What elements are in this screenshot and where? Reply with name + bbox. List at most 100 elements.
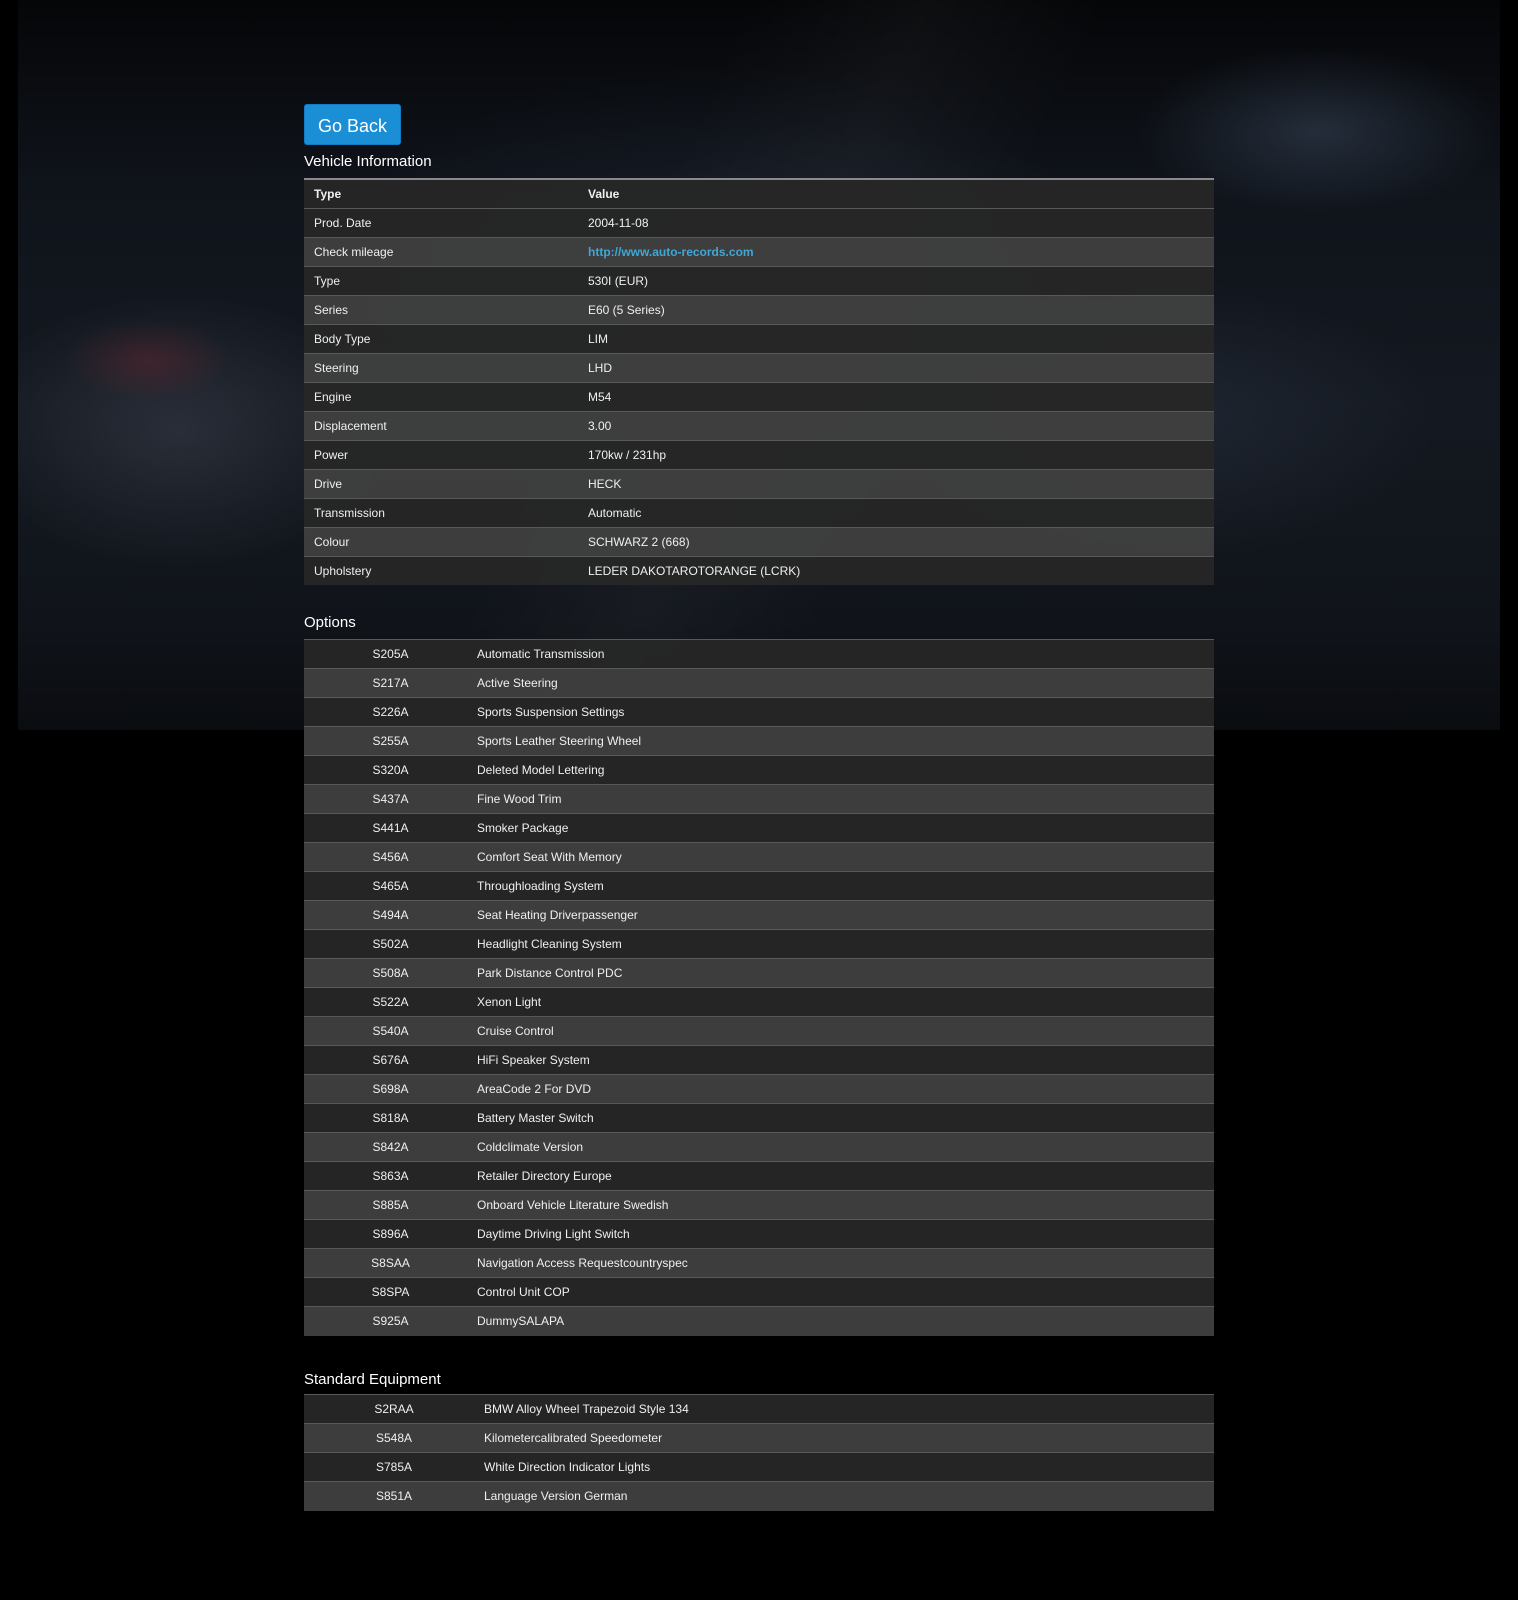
option-code: S851A: [304, 1481, 484, 1511]
table-row: S676A HiFi Speaker System: [304, 1045, 1214, 1075]
option-code: S8SAA: [304, 1248, 477, 1278]
row-value: LHD: [588, 352, 1214, 382]
table-row: S465A Throughloading System: [304, 871, 1214, 901]
column-header-value: Value: [588, 178, 1214, 208]
option-code: S456A: [304, 842, 477, 872]
table-row: S540A Cruise Control: [304, 1016, 1214, 1046]
options-title: Options: [304, 614, 356, 631]
row-value: 530I (EUR): [588, 265, 1214, 295]
option-code: S441A: [304, 813, 477, 843]
table-row: S818A Battery Master Switch: [304, 1103, 1214, 1133]
option-code: S863A: [304, 1161, 477, 1191]
table-row: S255A Sports Leather Steering Wheel: [304, 726, 1214, 756]
option-description: Control Unit COP: [477, 1277, 1214, 1307]
option-description: Battery Master Switch: [477, 1103, 1214, 1133]
option-description: Retailer Directory Europe: [477, 1161, 1214, 1191]
row-label: Series: [304, 294, 588, 324]
table-row: S522A Xenon Light: [304, 987, 1214, 1017]
option-code: S548A: [304, 1423, 484, 1453]
table-row: S548A Kilometercalibrated Speedometer: [304, 1423, 1214, 1453]
option-description: Sports Suspension Settings: [477, 697, 1214, 727]
option-code: S698A: [304, 1074, 477, 1104]
option-code: S502A: [304, 929, 477, 959]
table-row: Displacement 3.00: [304, 410, 1214, 440]
row-label: Engine: [304, 381, 588, 411]
table-row: S842A Coldclimate Version: [304, 1132, 1214, 1162]
table-row: Steering LHD: [304, 352, 1214, 382]
option-code: S217A: [304, 668, 477, 698]
option-description: Park Distance Control PDC: [477, 958, 1214, 988]
row-label: Drive: [304, 468, 588, 498]
table-row: S226A Sports Suspension Settings: [304, 697, 1214, 727]
option-code: S842A: [304, 1132, 477, 1162]
option-description: White Direction Indicator Lights: [484, 1452, 1214, 1482]
option-description: Kilometercalibrated Speedometer: [484, 1423, 1214, 1453]
row-label: Transmission: [304, 497, 588, 527]
option-code: S8SPA: [304, 1277, 477, 1307]
option-description: Automatic Transmission: [477, 639, 1214, 669]
table-row: Body Type LIM: [304, 323, 1214, 353]
table-row: S2RAA BMW Alloy Wheel Trapezoid Style 134: [304, 1394, 1214, 1424]
option-code: S540A: [304, 1016, 477, 1046]
go-back-button[interactable]: Go Back: [304, 104, 401, 145]
table-row: S885A Onboard Vehicle Literature Swedish: [304, 1190, 1214, 1220]
option-description: Cruise Control: [477, 1016, 1214, 1046]
option-description: Xenon Light: [477, 987, 1214, 1017]
table-row: S925A DummySALAPA: [304, 1306, 1214, 1336]
option-code: S226A: [304, 697, 477, 727]
row-label: Power: [304, 439, 588, 469]
row-value: 170kw / 231hp: [588, 439, 1214, 469]
option-description: Throughloading System: [477, 871, 1214, 901]
option-code: S320A: [304, 755, 477, 785]
option-code: S465A: [304, 871, 477, 901]
table-row: S502A Headlight Cleaning System: [304, 929, 1214, 959]
table-row: Power 170kw / 231hp: [304, 439, 1214, 469]
table-row: S8SAA Navigation Access Requestcountryspe…: [304, 1248, 1214, 1278]
table-row: S456A Comfort Seat With Memory: [304, 842, 1214, 872]
option-description: Navigation Access Requestcountryspec: [477, 1248, 1214, 1278]
option-description: DummySALAPA: [477, 1306, 1214, 1336]
table-row: S896A Daytime Driving Light Switch: [304, 1219, 1214, 1249]
option-code: S925A: [304, 1306, 477, 1336]
row-value: E60 (5 Series): [588, 294, 1214, 324]
row-label: Check mileage: [304, 236, 588, 266]
table-row: Series E60 (5 Series): [304, 294, 1214, 324]
table-row: Colour SCHWARZ 2 (668): [304, 526, 1214, 556]
options-rows: S205A Automatic Transmission S217A Active S…: [304, 639, 1214, 1336]
row-value: 2004-11-08: [588, 207, 1214, 237]
row-label: Upholstery: [304, 555, 588, 585]
row-value: 3.00: [588, 410, 1214, 440]
row-value: http://www.auto-records.com: [588, 236, 1214, 266]
option-code: S255A: [304, 726, 477, 756]
row-label: Prod. Date: [304, 207, 588, 237]
option-code: S522A: [304, 987, 477, 1017]
table-row: S698A AreaCode 2 For DVD: [304, 1074, 1214, 1104]
option-description: Headlight Cleaning System: [477, 929, 1214, 959]
option-code: S818A: [304, 1103, 477, 1133]
options-table: S205A Automatic Transmission S217A Active S…: [304, 639, 1214, 1336]
table-row: Type 530I (EUR): [304, 265, 1214, 295]
table-row: S437A Fine Wood Trim: [304, 784, 1214, 814]
row-value: Automatic: [588, 497, 1214, 527]
row-label: Type: [304, 265, 588, 295]
row-label: Body Type: [304, 323, 588, 353]
vehicle-information-rows: Prod. Date 2004-11-08 Check mileage http://…: [304, 207, 1214, 585]
option-description: Seat Heating Driverpassenger: [477, 900, 1214, 930]
table-row: Check mileage http://www.auto-records.com: [304, 236, 1214, 266]
option-code: S437A: [304, 784, 477, 814]
standard-equipment-table: S2RAA BMW Alloy Wheel Trapezoid Style 134…: [304, 1394, 1214, 1511]
option-description: BMW Alloy Wheel Trapezoid Style 134: [484, 1394, 1214, 1424]
column-header-type: Type: [304, 178, 588, 208]
table-row: S851A Language Version German: [304, 1481, 1214, 1511]
option-description: Smoker Package: [477, 813, 1214, 843]
table-row: S205A Automatic Transmission: [304, 639, 1214, 669]
table-row: S785A White Direction Indicator Lights: [304, 1452, 1214, 1482]
check-mileage-link[interactable]: http://www.auto-records.com: [588, 245, 754, 259]
table-row: S8SPA Control Unit COP: [304, 1277, 1214, 1307]
table-row: Prod. Date 2004-11-08: [304, 207, 1214, 237]
vehicle-information-table: Type Value Prod. Date 2004-11-08 Check mil…: [304, 178, 1214, 585]
row-value: M54: [588, 381, 1214, 411]
table-row: S508A Park Distance Control PDC: [304, 958, 1214, 988]
table-header-row: Type Value: [304, 178, 1214, 208]
option-description: Sports Leather Steering Wheel: [477, 726, 1214, 756]
